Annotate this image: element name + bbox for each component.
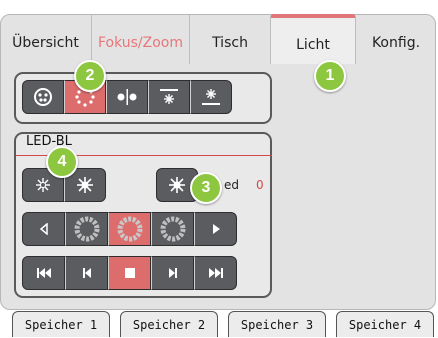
two-dots-icon — [117, 89, 137, 105]
top-light-icon — [160, 89, 178, 104]
memory-tab-1[interactable]: Speicher 1 — [12, 311, 110, 337]
sun-large-icon — [77, 177, 93, 193]
memory-tab-4[interactable]: Speicher 4 — [336, 311, 434, 337]
memory-tab-3[interactable]: Speicher 3 — [228, 311, 326, 337]
led-status-value: 0 — [256, 178, 264, 192]
next-button[interactable] — [151, 256, 194, 290]
segment-select-group — [22, 212, 237, 246]
memory-tab-2[interactable]: Speicher 2 — [120, 311, 218, 337]
triangle-left-icon — [39, 223, 48, 235]
badge-4: 4 — [46, 146, 78, 178]
segment-prev-button[interactable] — [22, 212, 65, 246]
top-light-button[interactable] — [148, 80, 190, 114]
ring-light-button[interactable] — [22, 80, 64, 114]
two-spot-button[interactable] — [106, 80, 148, 114]
stop-icon — [124, 268, 135, 278]
first-button[interactable] — [22, 256, 65, 290]
tab-licht[interactable]: Licht — [270, 14, 356, 64]
bottom-light-icon — [202, 89, 220, 105]
tab-uebersicht[interactable]: Übersicht — [0, 14, 92, 64]
triangle-right-icon — [212, 224, 220, 234]
segment-ring-a-button[interactable] — [65, 212, 108, 246]
ring-segment-icon — [160, 216, 185, 242]
ring-segment-active-icon — [117, 216, 142, 242]
segment-next-button[interactable] — [194, 212, 237, 246]
segment-ring-b-button[interactable] — [108, 212, 151, 246]
previous-button[interactable] — [65, 256, 108, 290]
tab-fokus-zoom[interactable]: Fokus/Zoom — [92, 14, 190, 64]
skip-first-icon — [36, 268, 51, 278]
sun-small-icon — [36, 178, 50, 192]
stop-button[interactable] — [108, 256, 151, 290]
skip-last-icon — [208, 268, 223, 278]
badge-2: 2 — [74, 60, 106, 92]
light-source-group — [22, 80, 232, 114]
sun-icon — [169, 177, 185, 193]
segment-ring-c-button[interactable] — [151, 212, 194, 246]
badge-1: 1 — [314, 60, 346, 92]
playback-group — [22, 256, 237, 290]
bottom-light-button[interactable] — [190, 80, 232, 114]
ring-segment-icon — [74, 216, 99, 242]
ring-dots-icon — [34, 88, 52, 106]
tab-konfig[interactable]: Konfig. — [356, 14, 436, 64]
tab-bar: Übersicht Fokus/Zoom Tisch Licht Konfig. — [0, 14, 436, 64]
last-button[interactable] — [194, 256, 237, 290]
skip-previous-icon — [82, 268, 91, 278]
led-status-label: ed — [224, 178, 239, 192]
tab-tisch[interactable]: Tisch — [190, 14, 270, 64]
skip-next-icon — [168, 268, 177, 278]
badge-3: 3 — [190, 172, 222, 204]
